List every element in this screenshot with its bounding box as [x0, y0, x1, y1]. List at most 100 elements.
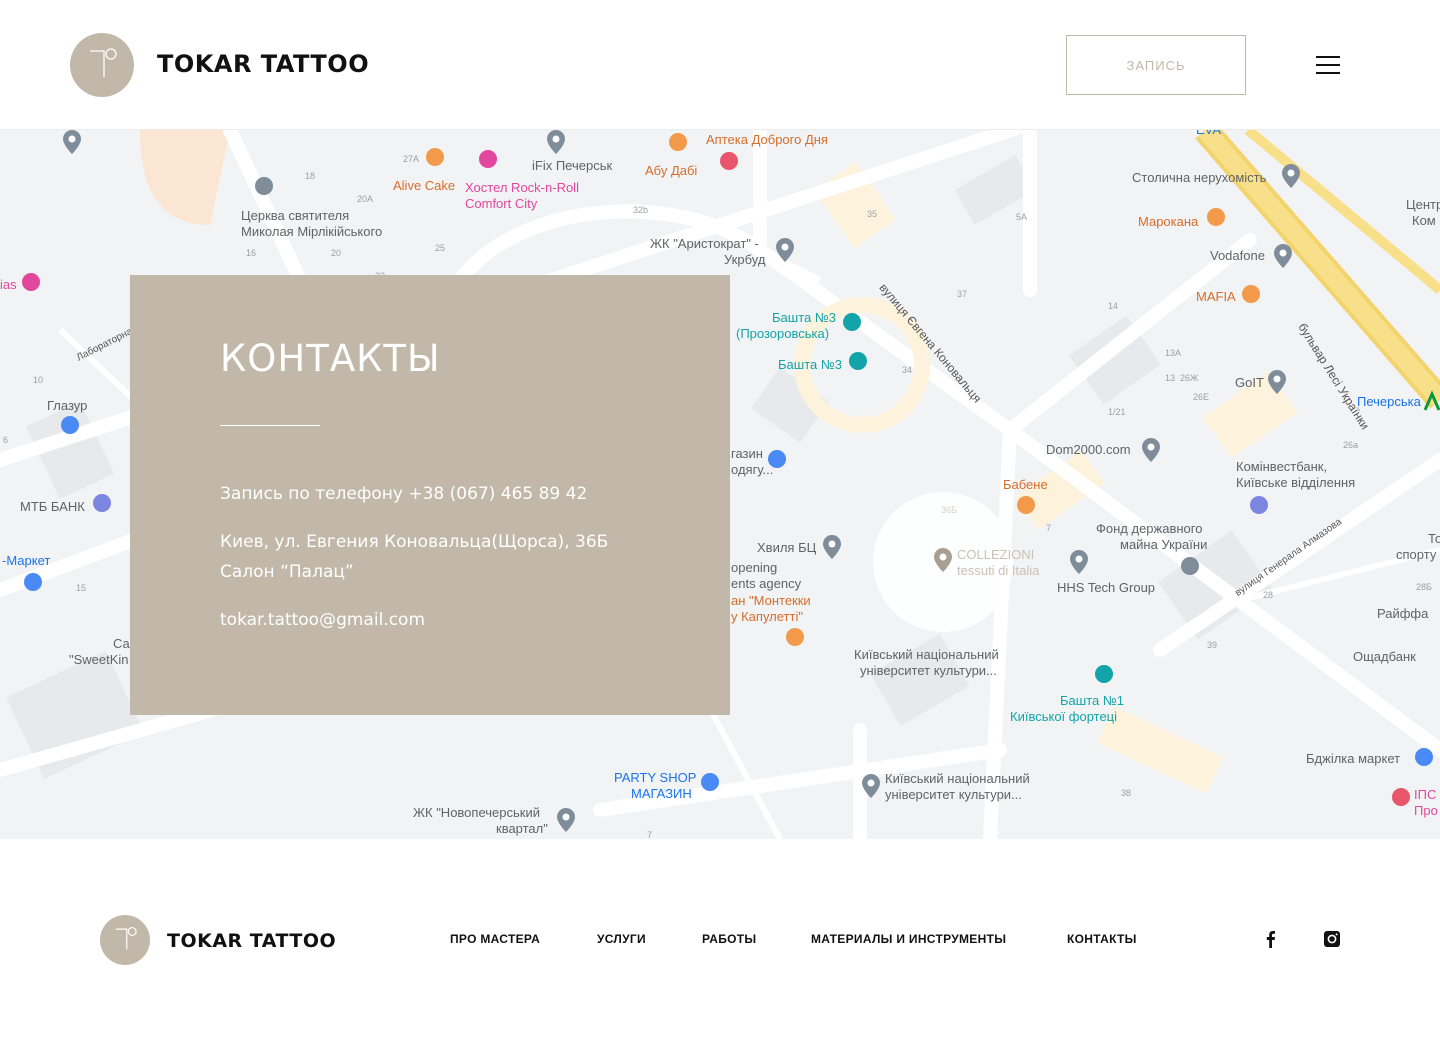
map-label: Київської фортеці — [1010, 709, 1118, 724]
map-label: Dom2000.com — [1046, 442, 1131, 457]
map-pin-icon[interactable] — [63, 130, 81, 154]
map-label: Башта №1 — [1060, 693, 1125, 708]
shop-pin-icon[interactable] — [701, 773, 719, 797]
map-pin-icon[interactable] — [1282, 164, 1300, 188]
map-pin-icon[interactable] — [776, 238, 794, 262]
brand-name[interactable]: TOKAR TATTOO — [167, 930, 336, 952]
house-number: 28 — [1263, 590, 1274, 600]
house-number: 25 — [435, 243, 446, 253]
map-label: iFix Печерськ — [532, 158, 613, 173]
map-label: ents agency — [731, 576, 802, 591]
restaurant-pin-icon[interactable] — [1207, 208, 1225, 232]
phone-text[interactable]: Запись по телефону +38 (067) 465 89 42 — [220, 479, 587, 509]
map-label: МТБ БАНК — [20, 499, 85, 514]
map-label: Vodafone — [1210, 248, 1265, 263]
map-pin-icon[interactable] — [1274, 244, 1292, 268]
museum-pin-icon[interactable] — [843, 313, 861, 337]
map-label: Ощадбанк — [1353, 649, 1416, 664]
church-pin-icon[interactable] — [255, 177, 273, 201]
map-pin-icon[interactable] — [1070, 550, 1088, 574]
map-label: Райффа — [1377, 606, 1429, 621]
metro-icon[interactable] — [1423, 390, 1440, 414]
nav-about-master[interactable]: ПРО МАСТЕРА — [450, 932, 540, 946]
map-label: у Капулетті" — [731, 609, 803, 624]
brand-name[interactable]: TOKAR TATTOO — [157, 50, 369, 78]
cafe-pin-icon[interactable] — [426, 148, 444, 172]
map-label: ЖК "Аристократ" - — [650, 236, 759, 251]
bank-pin-icon[interactable] — [93, 494, 111, 518]
shop-pin-icon[interactable] — [61, 416, 79, 440]
map-label: Київський національний — [854, 647, 999, 662]
map-label: університет культури... — [885, 787, 1022, 802]
facebook-icon[interactable] — [1262, 930, 1280, 948]
logo-icon[interactable] — [100, 915, 150, 965]
pharmacy-pin-icon[interactable] — [1392, 788, 1410, 812]
nav-works[interactable]: РАБОТЫ — [702, 932, 756, 946]
site-header: TOKAR TATTOO ЗАПИСЬ — [0, 0, 1440, 130]
map-label: Са — [113, 636, 130, 651]
map-label: MAFIA — [1196, 289, 1236, 304]
map-pin-icon[interactable] — [1268, 370, 1286, 394]
instagram-icon[interactable] — [1323, 930, 1341, 948]
nav-services[interactable]: УСЛУГИ — [597, 932, 646, 946]
house-number: 38 — [1121, 788, 1132, 798]
hotel-pin-icon[interactable] — [22, 273, 40, 297]
map-label: одягу... — [731, 462, 774, 477]
map-label: Фонд державного — [1096, 521, 1203, 536]
map-pin-icon[interactable] — [557, 808, 575, 832]
map-label: -Маркет — [2, 553, 51, 568]
shop-pin-icon[interactable] — [24, 573, 42, 597]
house-number: 10 — [33, 375, 44, 385]
map-label: Башта №3 — [772, 310, 837, 325]
salon-name: Салон “Палац” — [220, 562, 354, 582]
nav-materials[interactable]: МАТЕРИАЛЫ И ИНСТРУМЕНТЫ — [811, 932, 1006, 946]
email-link[interactable]: tokar.tattoo@gmail.com — [220, 605, 425, 635]
map-pin-icon[interactable] — [547, 130, 565, 154]
map-label: Миколая Мірлікійського — [241, 224, 383, 239]
house-number: 26Е — [1193, 392, 1210, 402]
map-label: EVA — [1196, 130, 1221, 138]
map-pin-icon[interactable] — [823, 535, 841, 559]
map-label: Укрбуд — [724, 252, 766, 267]
map-label: Аптека Доброго Дня — [706, 132, 828, 147]
nav-contacts[interactable]: КОНТАКТЫ — [1067, 932, 1137, 946]
house-number: 26а — [1343, 440, 1359, 450]
map-label: "SweetKin — [69, 652, 129, 667]
pharmacy-pin-icon[interactable] — [720, 152, 738, 176]
map-label: Київське відділення — [1236, 475, 1356, 490]
map-pin-icon[interactable] — [934, 548, 952, 572]
restaurant-pin-icon[interactable] — [1017, 496, 1035, 520]
restaurant-pin-icon[interactable] — [1242, 285, 1260, 309]
logo-glyph-icon — [90, 48, 117, 77]
logo-icon[interactable] — [70, 33, 134, 97]
map-pin-icon[interactable] — [1142, 438, 1160, 462]
cafe-pin-icon[interactable] — [669, 133, 687, 157]
map-label: IПС — [1414, 787, 1437, 802]
menu-icon[interactable] — [1316, 56, 1340, 74]
house-number: 39 — [1207, 640, 1218, 650]
map-label: Печерська — [1357, 394, 1421, 409]
restaurant-pin-icon[interactable] — [786, 628, 804, 652]
map-pin-icon[interactable] — [862, 774, 880, 798]
house-number: 37 — [957, 289, 968, 299]
shop-pin-icon[interactable] — [1415, 748, 1433, 772]
bank-pin-icon[interactable] — [1181, 557, 1199, 581]
map-label: GoIT — [1235, 375, 1264, 390]
map-label: Хостел Rock-n-Roll — [465, 180, 579, 195]
house-number: 32b — [633, 205, 649, 215]
house-number: 14 — [1108, 301, 1119, 311]
hotel-pin-icon[interactable] — [479, 150, 497, 174]
contacts-card: КОНТАКТЫ Запись по телефону +38 (067) 46… — [130, 275, 730, 715]
title-divider — [220, 425, 320, 426]
map-label: газин — [731, 446, 763, 461]
bank-pin-icon[interactable] — [1250, 496, 1268, 520]
address-line: Киев, ул. Евгения Коновальца(Щорса), 36Б — [220, 532, 609, 552]
booking-button[interactable]: ЗАПИСЬ — [1066, 35, 1246, 95]
map-label: Столична нерухомість — [1132, 170, 1267, 185]
map-label: Про — [1414, 803, 1438, 818]
map-label: HHS Tech Group — [1057, 580, 1156, 595]
map-label: tessuti di Italia — [957, 563, 1040, 578]
museum-pin-icon[interactable] — [1095, 665, 1113, 689]
museum-pin-icon[interactable] — [849, 352, 867, 376]
map-label: МАГАЗИН — [631, 786, 692, 801]
